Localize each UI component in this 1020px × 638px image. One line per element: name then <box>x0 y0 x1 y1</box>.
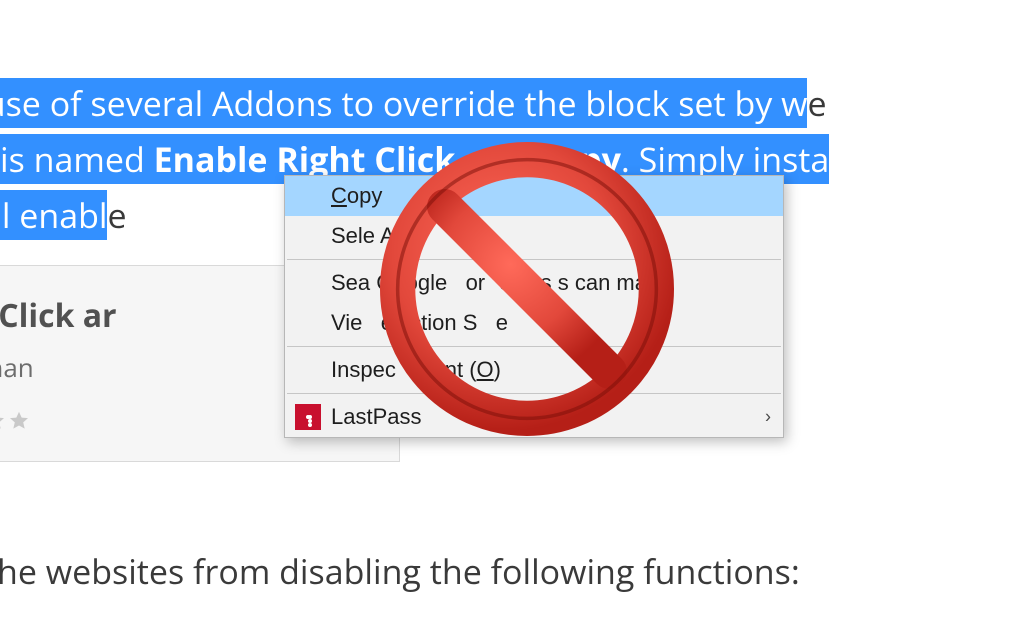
ctx-separator <box>287 393 781 394</box>
star-empty-icon <box>8 410 30 432</box>
ctx-separator <box>287 346 781 347</box>
context-menu: Copy Sele All Sea Google or "ox us s can… <box>284 175 784 438</box>
page-stage: an make use of several Addons to overrid… <box>0 0 1020 638</box>
extension-rating <box>0 410 30 432</box>
lastpass-icon <box>295 404 321 430</box>
ctx-item-copy[interactable]: Copy <box>285 176 783 216</box>
article-line3-tail: e <box>107 192 126 238</box>
ctx-item-select-all[interactable]: Sele All <box>285 216 783 256</box>
ctx-item-search-google[interactable]: Sea Google or "ox us s can ma..." <box>285 263 783 303</box>
ctx-item-inspect-element[interactable]: Inspec ment (O) <box>285 350 783 390</box>
ctx-separator <box>287 259 781 260</box>
ctx-item-lastpass[interactable]: LastPass › <box>285 397 783 437</box>
article-lower-line: eventing the websites from disabling the… <box>0 548 1020 594</box>
article-line3-selected: a store will enabl <box>0 190 107 240</box>
chevron-right-icon: › <box>765 407 771 428</box>
star-half-icon <box>0 410 6 432</box>
ctx-item-view-selection-source[interactable]: Vie election S e <box>285 303 783 343</box>
article-line1: an make use of several Addons to overrid… <box>0 78 807 128</box>
